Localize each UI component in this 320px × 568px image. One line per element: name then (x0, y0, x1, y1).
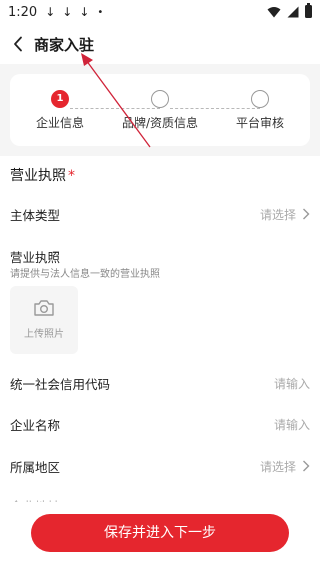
status-bar: 1:20 ↓ ↓ ↓ • (0, 0, 320, 24)
progress-stepper: 1 企业信息 品牌/资质信息 平台审核 (10, 74, 310, 146)
field-label: 主体类型 (10, 207, 61, 223)
credit-code-input[interactable]: 统一社会信用代码 请输入 (10, 373, 310, 393)
input-placeholder: 请输入 (273, 417, 310, 432)
signal-icon (287, 6, 299, 17)
upload-label: 上传照片 (24, 329, 64, 340)
battery-icon (305, 3, 312, 18)
download-icon: ↓ (62, 5, 73, 19)
back-chevron-icon[interactable] (4, 24, 32, 64)
camera-icon (34, 300, 54, 316)
step-number-badge: 1 (51, 90, 69, 108)
save-and-next-button[interactable]: 保存并进入下一步 (31, 514, 289, 552)
select-value: 请选择 (260, 206, 310, 223)
nav-bar: 商家入驻 (0, 24, 320, 64)
step-label: 平台审核 (235, 116, 284, 130)
notification-dot-icon: • (97, 6, 104, 18)
step-brand-qualification: 品牌/资质信息 (110, 90, 210, 131)
field-label: 企业名称 (10, 417, 61, 433)
download-icon: ↓ (79, 5, 90, 19)
select-placeholder: 请选择 (259, 207, 296, 222)
chevron-right-icon (303, 208, 310, 220)
bottom-bar: 保存并进入下一步 (0, 502, 320, 568)
license-hint: 请提供与法人信息一致的营业执照 (10, 269, 160, 280)
step-label: 品牌/资质信息 (121, 116, 199, 130)
select-value: 请选择 (260, 458, 310, 475)
select-placeholder: 请选择 (259, 459, 296, 474)
step-platform-review: 平台审核 (210, 90, 310, 131)
license-label: 营业执照 (10, 250, 61, 265)
progress-area: 1 企业信息 品牌/资质信息 平台审核 (0, 64, 320, 156)
field-label: 所属地区 (10, 459, 61, 475)
download-icon: ↓ (45, 5, 56, 19)
chevron-right-icon (303, 460, 310, 472)
step-label: 企业信息 (35, 116, 84, 130)
status-time: 1:20 (8, 4, 38, 20)
section-title: 营业执照 * (10, 165, 75, 185)
step-circle-icon (251, 90, 269, 108)
required-mark: * (68, 168, 75, 184)
region-select[interactable]: 所属地区 请选择 (10, 456, 310, 476)
step-company-info: 1 企业信息 (10, 90, 110, 131)
company-name-input[interactable]: 企业名称 请输入 (10, 414, 310, 434)
field-label: 统一社会信用代码 (10, 376, 111, 392)
section-title-text: 营业执照 (10, 168, 66, 184)
entity-type-select[interactable]: 主体类型 请选择 (10, 204, 310, 224)
step-circle-icon (151, 90, 169, 108)
page-title: 商家入驻 (34, 35, 95, 54)
wifi-icon (267, 6, 281, 17)
upload-photo-button[interactable]: 上传照片 (10, 286, 78, 354)
input-placeholder: 请输入 (273, 376, 310, 391)
